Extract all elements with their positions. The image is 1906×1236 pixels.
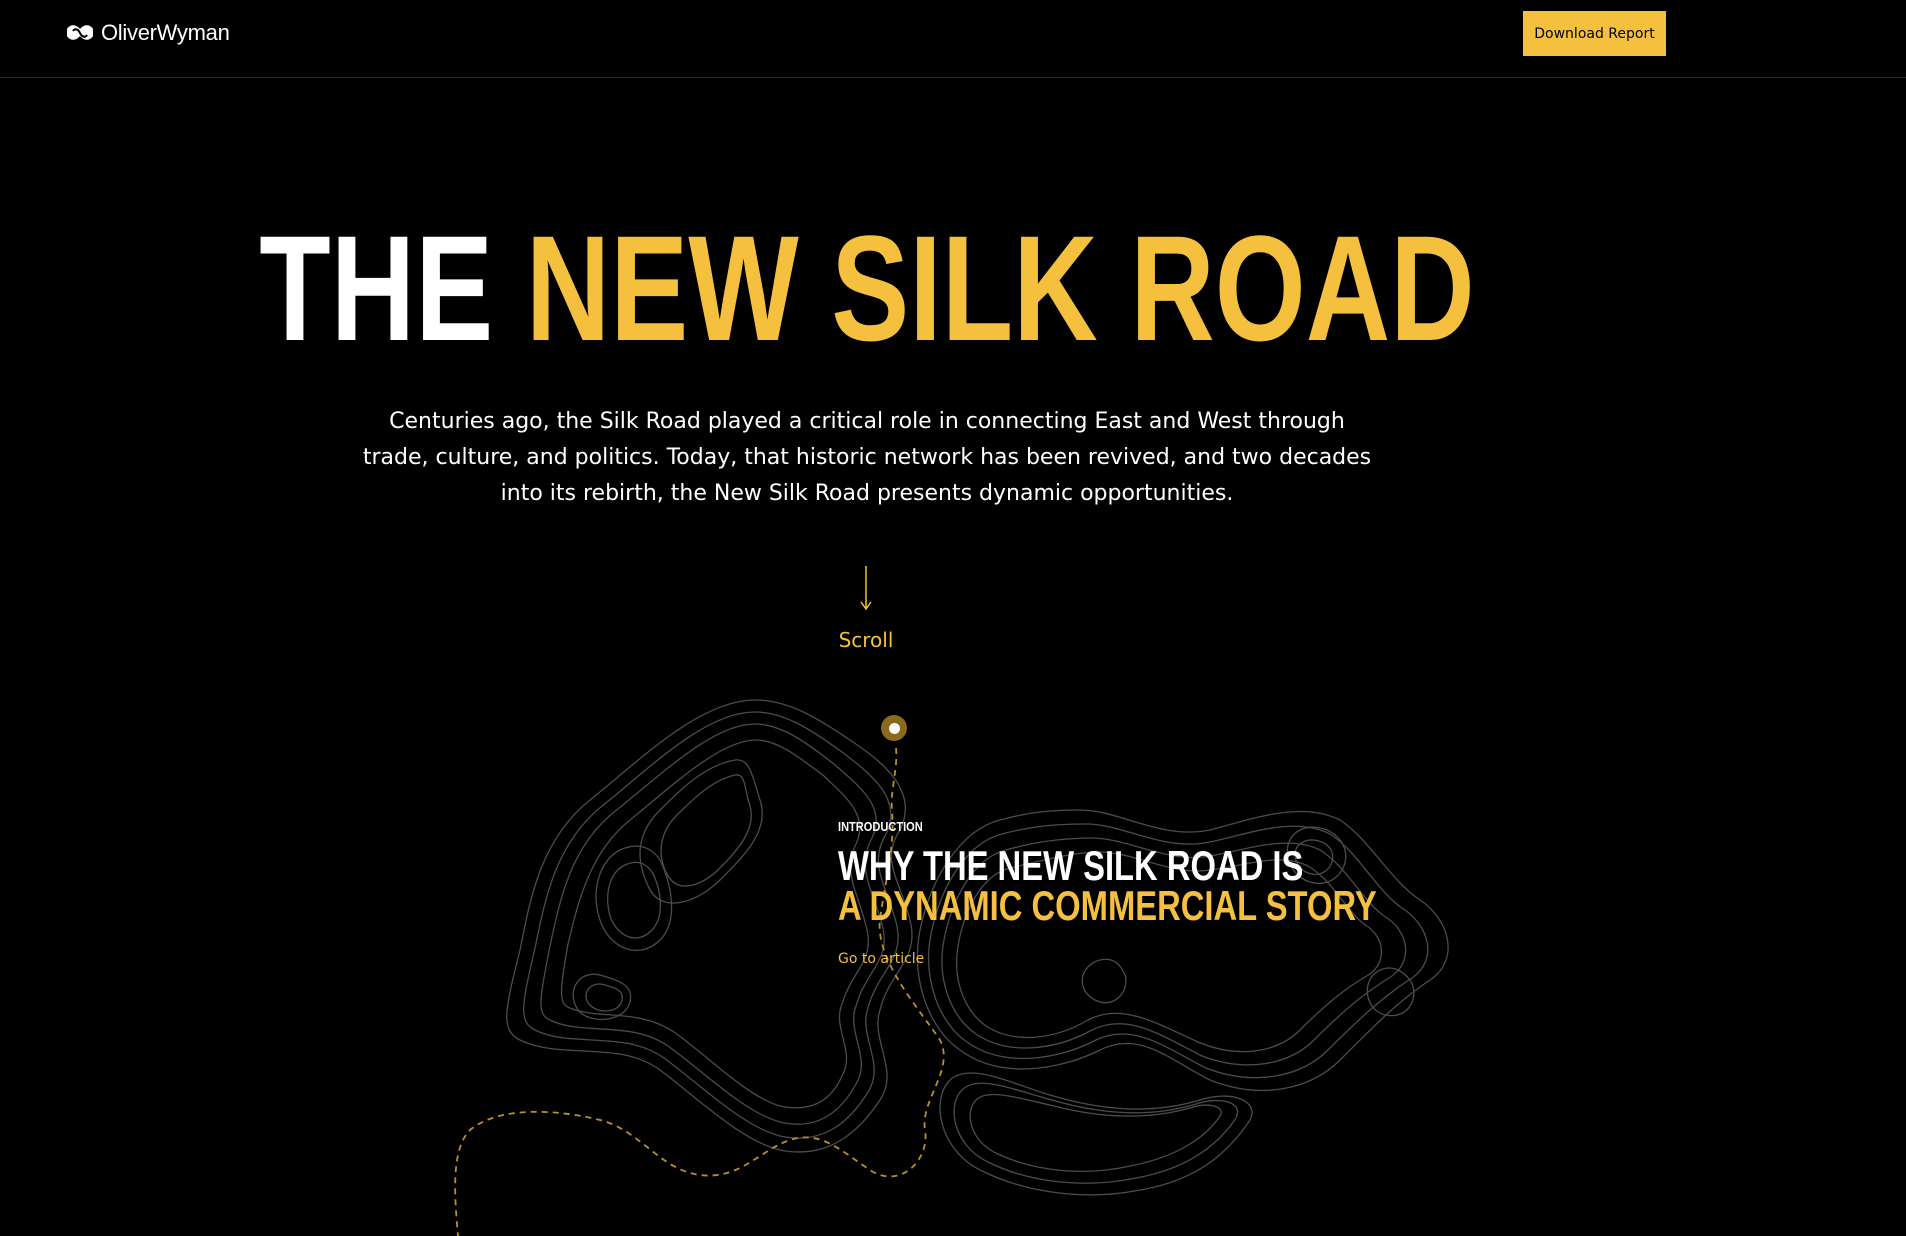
logo-text: OliverWyman	[101, 20, 230, 45]
site-header: OliverWyman Download Report	[0, 0, 1906, 78]
scroll-label[interactable]: Scroll	[800, 628, 932, 652]
hero-title-white: THE	[259, 204, 494, 372]
topographic-map-illustration	[454, 699, 1449, 1236]
map-pin-dot	[888, 722, 900, 734]
intro-eyebrow: INTRODUCTION	[838, 819, 923, 834]
page: OliverWyman Download Report THE NEW SILK…	[0, 0, 1906, 1236]
map-pin-icon[interactable]	[881, 715, 907, 741]
intro-title-line1: WHY THE NEW SILK ROAD IS	[838, 842, 1304, 889]
hero-title-yellow: NEW SILK ROAD	[525, 204, 1475, 372]
oliver-wyman-logo[interactable]: OliverWyman	[65, 20, 230, 46]
download-report-button[interactable]: Download Report	[1523, 11, 1666, 56]
hero-subtitle: Centuries ago, the Silk Road played a cr…	[362, 409, 1372, 506]
intro-title: WHY THE NEW SILK ROAD IS A DYNAMIC COMME…	[838, 842, 1377, 929]
arrow-down-icon[interactable]	[856, 566, 876, 612]
hero-title: THE NEW SILK ROAD	[191, 208, 1544, 368]
go-to-article-link[interactable]: Go to article	[838, 951, 924, 967]
oliver-wyman-logo-icon	[67, 25, 93, 40]
intro-title-line2: A DYNAMIC COMMERCIAL STORY	[838, 882, 1377, 929]
